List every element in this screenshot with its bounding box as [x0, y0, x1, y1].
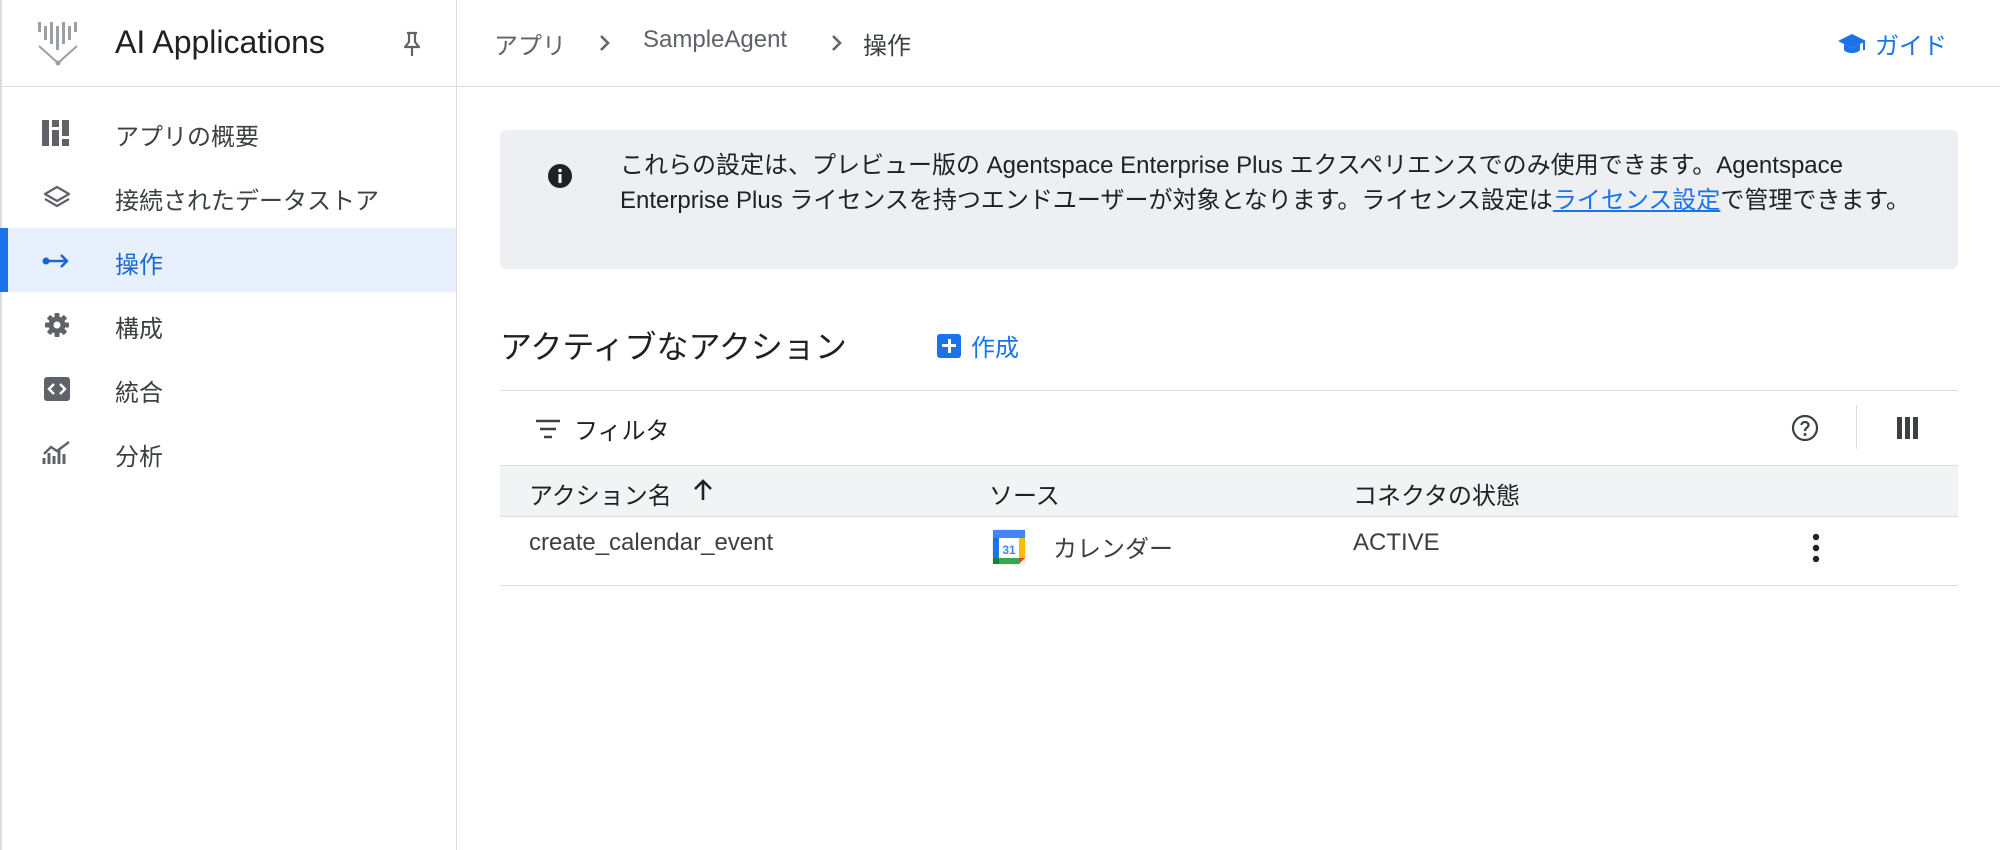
breadcrumb-item-apps[interactable]: アプリ: [494, 26, 566, 61]
google-calendar-icon: 31: [992, 529, 1026, 565]
sidebar-item-integration[interactable]: 統合: [2, 356, 456, 420]
sidebar-item-connected-datastores[interactable]: 接続されたデータストア: [2, 164, 456, 228]
arrow-up-sort-icon[interactable]: [692, 478, 714, 502]
chevron-right-icon: [832, 35, 842, 51]
breadcrumb-item-current: 操作: [863, 33, 911, 60]
sidebar-item-label: アプリの概要: [115, 124, 259, 151]
sidebar: AI Applications アプリの概要 接続されたデータストア 操作 構成…: [0, 0, 457, 850]
banner-text-tail: で管理できます。: [1720, 187, 1910, 214]
column-display-icon[interactable]: [1897, 417, 1919, 439]
sidebar-header: AI Applications: [2, 0, 456, 87]
cell-connector-state: ACTIVE: [1353, 529, 1440, 556]
sidebar-item-configuration[interactable]: 構成: [2, 292, 456, 356]
code-icon: [44, 377, 70, 401]
info-banner: これらの設定は、プレビュー版の Agentspace Enterprise Pl…: [500, 130, 1958, 269]
sidebar-item-label: 統合: [115, 380, 163, 407]
cell-source: カレンダー: [1053, 536, 1173, 563]
sidebar-item-analytics[interactable]: 分析: [2, 420, 456, 484]
guide-label: ガイド: [1875, 33, 1947, 60]
filter-label: フィルタ: [574, 418, 670, 445]
create-label: 作成: [971, 335, 1019, 362]
add-box-icon: [937, 333, 961, 358]
graduation-cap-icon: [1838, 33, 1866, 53]
analytics-icon: [42, 441, 70, 464]
filter-button[interactable]: フィルタ: [534, 411, 670, 446]
info-icon: [548, 164, 572, 188]
gear-icon: [45, 313, 69, 337]
layers-icon: [43, 185, 71, 208]
license-settings-link[interactable]: ライセンス設定: [1553, 187, 1721, 214]
column-header-connector-state[interactable]: コネクタの状態: [1353, 476, 1520, 511]
sidebar-item-actions[interactable]: 操作: [0, 228, 456, 292]
table-toolbar: フィルタ: [500, 390, 1958, 465]
sidebar-item-label: 構成: [115, 316, 163, 343]
help-icon[interactable]: [1791, 414, 1819, 442]
filter-icon: [536, 419, 560, 438]
column-header-action-name[interactable]: アクション名: [529, 476, 672, 511]
table-row[interactable]: create_calendar_event 31 カレンダー ACTIVE: [500, 517, 1958, 586]
ai-applications-logo: [38, 22, 78, 66]
sidebar-item-label: 分析: [115, 444, 163, 471]
toolbar-divider: [1856, 405, 1857, 449]
actions-table: フィルタ アクション名 ソース コネクタの状態 create_calendar_…: [500, 390, 1958, 586]
svg-text:31: 31: [1002, 543, 1016, 557]
breadcrumb-item-agent[interactable]: SampleAgent: [643, 26, 787, 54]
section-title: アクティブなアクション: [500, 329, 847, 365]
actions-arrow-icon: [42, 254, 69, 268]
banner-text: これらの設定は、プレビュー版の Agentspace Enterprise Pl…: [620, 148, 1950, 218]
column-header-source[interactable]: ソース: [989, 476, 1060, 511]
dashboard-icon: [42, 120, 69, 146]
chevron-right-icon: [600, 35, 610, 51]
top-bar: アプリ SampleAgent 操作 ガイド: [457, 0, 2000, 87]
sidebar-item-label: 接続されたデータストア: [115, 188, 379, 215]
cell-action-name: create_calendar_event: [529, 529, 774, 556]
guide-button[interactable]: ガイド: [1837, 26, 1947, 61]
pin-icon[interactable]: [400, 30, 424, 58]
sidebar-item-label: 操作: [115, 252, 163, 279]
more-vert-icon[interactable]: [1812, 533, 1820, 563]
table-header-row: アクション名 ソース コネクタの状態: [500, 465, 1958, 517]
create-button[interactable]: 作成: [937, 328, 1019, 363]
sidebar-nav: アプリの概要 接続されたデータストア 操作 構成 統合 分析: [0, 100, 456, 484]
app-title: AI Applications: [115, 24, 325, 60]
sidebar-item-app-overview[interactable]: アプリの概要: [2, 100, 456, 164]
